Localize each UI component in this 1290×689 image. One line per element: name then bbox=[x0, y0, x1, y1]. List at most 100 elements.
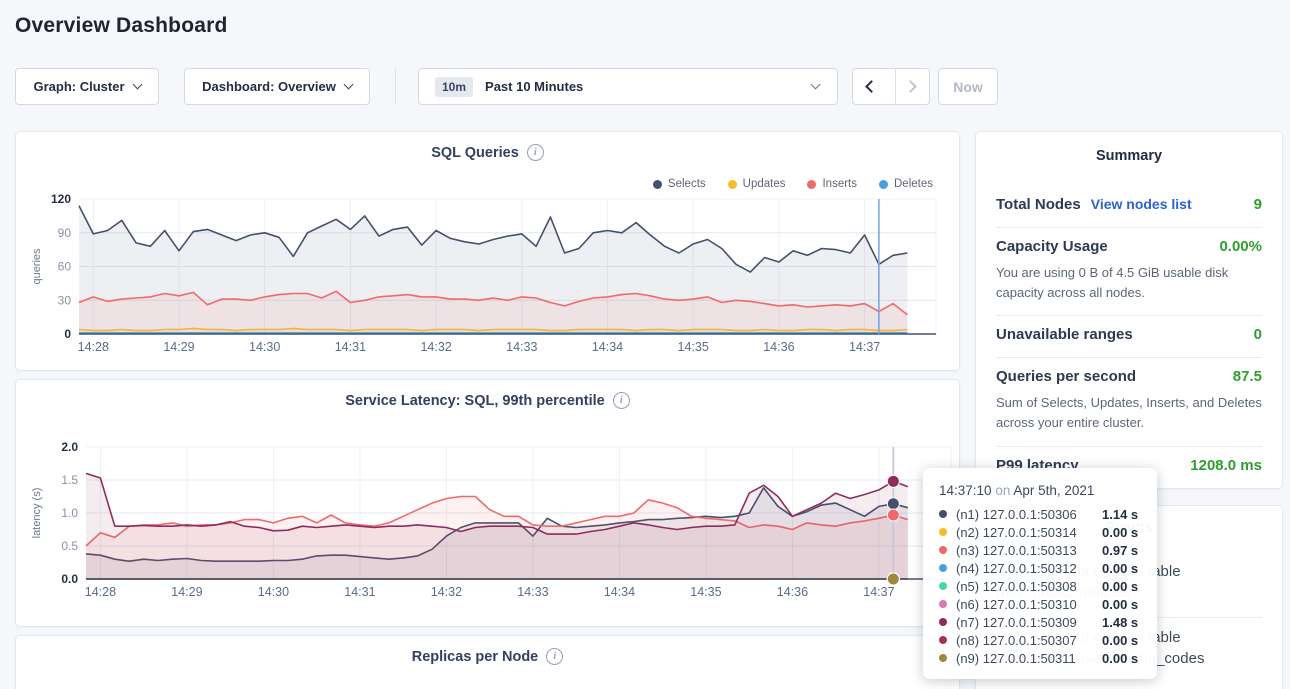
svg-text:14:31: 14:31 bbox=[335, 340, 366, 354]
tooltip-node-label: (n6) 127.0.0.1:50310 bbox=[956, 597, 1102, 612]
tooltip-node-label: (n9) 127.0.0.1:50311 bbox=[956, 651, 1102, 666]
svg-text:30: 30 bbox=[58, 293, 72, 307]
queries-per-second-description: Sum of Selects, Updates, Inserts, and De… bbox=[996, 393, 1262, 433]
series-dot-icon bbox=[939, 528, 947, 536]
tooltip-node-label: (n2) 127.0.0.1:50314 bbox=[956, 525, 1102, 540]
svg-text:14:28: 14:28 bbox=[78, 340, 109, 354]
time-range-dropdown[interactable]: 10m Past 10 Minutes bbox=[418, 68, 838, 105]
page-title: Overview Dashboard bbox=[15, 14, 228, 38]
overview-dashboard-page: Overview Dashboard Graph: Cluster Dashbo… bbox=[0, 0, 1290, 689]
tooltip-rows: (n1) 127.0.0.1:503061.14 s(n2) 127.0.0.1… bbox=[939, 505, 1141, 667]
unavailable-ranges-value: 0 bbox=[1254, 326, 1262, 343]
svg-text:14:30: 14:30 bbox=[258, 585, 289, 599]
replicas-per-node-panel: Replicas per Node i bbox=[15, 635, 960, 689]
svg-text:14:37: 14:37 bbox=[863, 585, 894, 599]
svg-text:14:36: 14:36 bbox=[763, 340, 794, 354]
tooltip-node-value: 0.00 s bbox=[1102, 651, 1138, 666]
series-dot-icon bbox=[939, 654, 947, 662]
svg-text:0.0: 0.0 bbox=[61, 572, 78, 586]
svg-text:14:35: 14:35 bbox=[690, 585, 721, 599]
graph-dropdown-label: Graph: Cluster bbox=[33, 79, 124, 94]
tooltip-node-row: (n8) 127.0.0.1:503070.00 s bbox=[939, 631, 1141, 649]
series-dot-icon bbox=[939, 618, 947, 626]
time-back-button[interactable] bbox=[853, 69, 886, 104]
tooltip-node-row: (n9) 127.0.0.1:503110.00 s bbox=[939, 649, 1141, 667]
series-dot-icon bbox=[939, 564, 947, 572]
tooltip-date: Apr 5th, 2021 bbox=[1013, 483, 1094, 498]
queries-per-second-label: Queries per second bbox=[996, 368, 1136, 385]
capacity-usage-description: You are using 0 B of 4.5 GiB usable disk… bbox=[996, 263, 1262, 303]
summary-panel: Summary Total Nodes View nodes list 9 Ca… bbox=[975, 131, 1283, 489]
series-dot-icon bbox=[939, 600, 947, 608]
svg-text:14:36: 14:36 bbox=[777, 585, 808, 599]
svg-text:0.5: 0.5 bbox=[61, 539, 78, 553]
tooltip-node-row: (n1) 127.0.0.1:503061.14 s bbox=[939, 505, 1141, 523]
chart-hover-tooltip: 14:37:10 on Apr 5th, 2021 (n1) 127.0.0.1… bbox=[923, 468, 1157, 679]
queries-per-second-value: 87.5 bbox=[1233, 368, 1262, 385]
svg-text:14:29: 14:29 bbox=[171, 585, 202, 599]
svg-text:queries: queries bbox=[31, 248, 43, 285]
tooltip-node-row: (n3) 127.0.0.1:503130.97 s bbox=[939, 541, 1141, 559]
svg-text:2.0: 2.0 bbox=[61, 440, 78, 454]
tooltip-time: 14:37:10 bbox=[939, 483, 992, 498]
total-nodes-value: 9 bbox=[1254, 196, 1262, 213]
tooltip-node-label: (n3) 127.0.0.1:50313 bbox=[956, 543, 1102, 558]
p99-latency-value: 1208.0 ms bbox=[1190, 457, 1262, 474]
tooltip-node-row: (n7) 127.0.0.1:503091.48 s bbox=[939, 613, 1141, 631]
tooltip-node-value: 0.00 s bbox=[1102, 579, 1138, 594]
now-button[interactable]: Now bbox=[938, 68, 998, 105]
tooltip-timestamp: 14:37:10 on Apr 5th, 2021 bbox=[939, 483, 1141, 498]
svg-text:14:31: 14:31 bbox=[344, 585, 375, 599]
series-dot-icon bbox=[939, 510, 947, 518]
svg-text:1.0: 1.0 bbox=[61, 506, 78, 520]
svg-text:120: 120 bbox=[51, 192, 71, 206]
tooltip-node-row: (n5) 127.0.0.1:503080.00 s bbox=[939, 577, 1141, 595]
controls-divider bbox=[395, 68, 396, 105]
tooltip-node-label: (n1) 127.0.0.1:50306 bbox=[956, 507, 1102, 522]
svg-text:14:33: 14:33 bbox=[506, 340, 537, 354]
tooltip-node-value: 0.00 s bbox=[1102, 525, 1138, 540]
tooltip-node-row: (n4) 127.0.0.1:503120.00 s bbox=[939, 559, 1141, 577]
info-icon[interactable]: i bbox=[546, 648, 563, 665]
sql-queries-chart[interactable]: 030609012014:2814:2914:3014:3114:3214:33… bbox=[16, 132, 961, 372]
tooltip-node-value: 1.14 s bbox=[1102, 507, 1138, 522]
unavailable-ranges-label: Unavailable ranges bbox=[996, 326, 1133, 343]
chevron-down-icon bbox=[132, 80, 142, 90]
dashboard-dropdown-label: Dashboard: Overview bbox=[202, 79, 336, 94]
total-nodes-label: Total Nodes bbox=[996, 196, 1081, 213]
tooltip-node-value: 0.00 s bbox=[1102, 561, 1138, 576]
chevron-down-icon bbox=[811, 80, 821, 90]
tooltip-node-label: (n4) 127.0.0.1:50312 bbox=[956, 561, 1102, 576]
svg-text:14:35: 14:35 bbox=[678, 340, 709, 354]
summary-title: Summary bbox=[996, 148, 1262, 164]
svg-text:14:30: 14:30 bbox=[249, 340, 280, 354]
tooltip-node-value: 1.48 s bbox=[1102, 615, 1138, 630]
svg-text:14:32: 14:32 bbox=[420, 340, 451, 354]
replicas-per-node-title: Replicas per Node i bbox=[16, 648, 959, 665]
chevron-down-icon bbox=[343, 80, 353, 90]
tooltip-node-value: 0.00 s bbox=[1102, 597, 1138, 612]
svg-text:60: 60 bbox=[58, 260, 72, 274]
svg-text:14:34: 14:34 bbox=[592, 340, 623, 354]
service-latency-chart[interactable]: 0.00.51.01.52.014:2814:2914:3014:3114:32… bbox=[16, 380, 961, 628]
series-dot-icon bbox=[939, 582, 947, 590]
tooltip-node-row: (n2) 127.0.0.1:503140.00 s bbox=[939, 523, 1141, 541]
tooltip-on-word: on bbox=[995, 483, 1010, 498]
svg-text:14:29: 14:29 bbox=[163, 340, 194, 354]
svg-text:14:32: 14:32 bbox=[431, 585, 462, 599]
time-nav-group bbox=[852, 68, 930, 105]
chevron-right-icon bbox=[904, 80, 917, 93]
time-range-label: Past 10 Minutes bbox=[485, 79, 583, 94]
service-latency-panel: Service Latency: SQL, 99th percentile i … bbox=[15, 379, 960, 627]
tooltip-node-label: (n7) 127.0.0.1:50309 bbox=[956, 615, 1102, 630]
chevron-left-icon bbox=[865, 80, 878, 93]
time-range-badge: 10m bbox=[435, 77, 473, 97]
view-nodes-list-link[interactable]: View nodes list bbox=[1091, 196, 1192, 212]
replicas-per-node-title-text: Replicas per Node bbox=[412, 649, 539, 665]
tooltip-node-value: 0.00 s bbox=[1102, 633, 1138, 648]
time-forward-button[interactable] bbox=[895, 69, 929, 104]
graph-dropdown[interactable]: Graph: Cluster bbox=[15, 68, 159, 105]
dashboard-dropdown[interactable]: Dashboard: Overview bbox=[184, 68, 370, 105]
svg-text:14:37: 14:37 bbox=[849, 340, 880, 354]
svg-text:0: 0 bbox=[64, 327, 71, 341]
